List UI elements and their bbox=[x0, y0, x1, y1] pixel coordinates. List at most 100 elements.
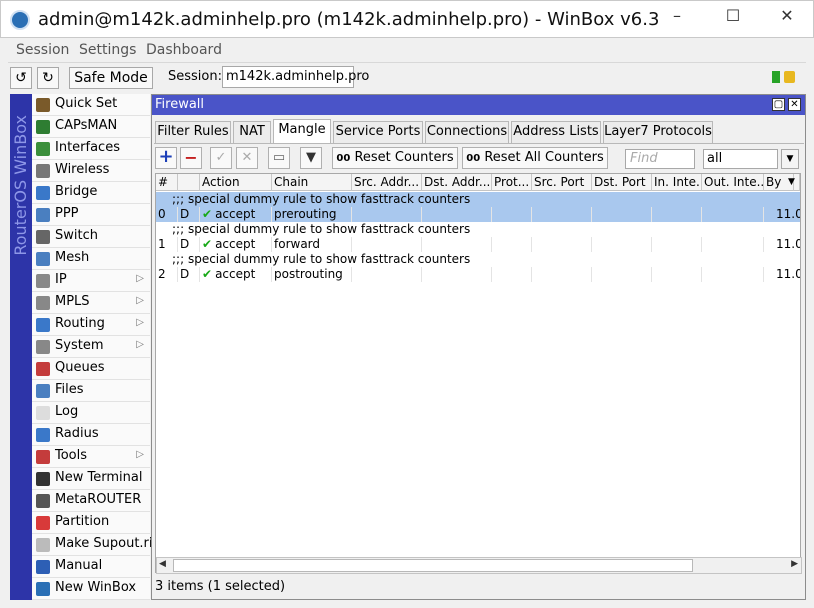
add-icon[interactable]: + bbox=[155, 147, 177, 169]
column-header[interactable] bbox=[178, 174, 200, 191]
sidebar-item-wireless[interactable]: Wireless bbox=[32, 160, 150, 182]
sidebar-item-log[interactable]: Log bbox=[32, 402, 150, 424]
minimize-button[interactable]: – bbox=[655, 1, 699, 31]
sidebar-item-mesh[interactable]: Mesh bbox=[32, 248, 150, 270]
sidebar-item-label: Partition bbox=[55, 514, 110, 529]
sidebar-item-queues[interactable]: Queues bbox=[32, 358, 150, 380]
menu-settings[interactable]: Settings bbox=[79, 42, 136, 58]
tab-nat[interactable]: NAT bbox=[233, 121, 271, 143]
firewall-title-bar: Firewall ▢ ✕ bbox=[152, 95, 805, 115]
sidebar-item-capsman[interactable]: CAPsMAN bbox=[32, 116, 150, 138]
log-icon bbox=[36, 406, 50, 420]
session-field[interactable]: m142k.adminhelp.pro bbox=[222, 66, 369, 88]
column-header[interactable]: Src. Port bbox=[532, 174, 592, 191]
sidebar-item-metarouter[interactable]: MetaROUTER bbox=[32, 490, 150, 512]
sidebar-item-make-supout-rif[interactable]: Make Supout.rif bbox=[32, 534, 157, 556]
rule-comment-row[interactable]: ;;; special dummy rule to show fasttrack… bbox=[156, 222, 800, 237]
submenu-arrow-icon: ▷ bbox=[136, 339, 144, 350]
table-row[interactable]: 2 D ✔ accept postrouting 11.0 bbox=[156, 267, 800, 282]
restore-icon[interactable]: ▢ bbox=[772, 98, 785, 111]
gear-icon bbox=[36, 340, 50, 354]
sidebar-item-manual[interactable]: Manual bbox=[32, 556, 150, 578]
redo-button[interactable]: ↻ bbox=[37, 67, 59, 89]
cell-empty bbox=[532, 237, 592, 252]
cell-chain: postrouting bbox=[272, 267, 352, 282]
horizontal-scrollbar[interactable]: ◀ ▶ bbox=[156, 557, 802, 574]
sidebar-item-partition[interactable]: Partition bbox=[32, 512, 150, 534]
disable-icon[interactable]: ✕ bbox=[236, 147, 258, 169]
sidebar-item-interfaces[interactable]: Interfaces bbox=[32, 138, 150, 160]
sidebar-item-switch[interactable]: Switch bbox=[32, 226, 150, 248]
close-icon[interactable]: ✕ bbox=[788, 98, 801, 111]
filter-select[interactable]: all bbox=[703, 149, 778, 169]
interfaces-icon bbox=[36, 142, 50, 156]
sidebar-item-label: New WinBox bbox=[55, 580, 137, 595]
sidebar-item-label: Routing bbox=[55, 316, 105, 331]
filter-icon[interactable]: ▼ bbox=[300, 147, 322, 169]
menu-dashboard[interactable]: Dashboard bbox=[146, 42, 222, 58]
sidebar-item-new-winbox[interactable]: New WinBox bbox=[32, 578, 150, 600]
sidebar-item-routing[interactable]: Routing ▷ bbox=[32, 314, 150, 336]
sidebar-item-tools[interactable]: Tools ▷ bbox=[32, 446, 150, 468]
enable-icon[interactable]: ✓ bbox=[210, 147, 232, 169]
sidebar-item-ppp[interactable]: PPP bbox=[32, 204, 150, 226]
tab-address-lists[interactable]: Address Lists bbox=[511, 121, 601, 143]
sidebar-item-radius[interactable]: Radius bbox=[32, 424, 150, 446]
chevron-down-icon[interactable]: ▼ bbox=[781, 149, 799, 169]
winbox-app-icon bbox=[10, 10, 30, 30]
cell-empty bbox=[492, 267, 532, 282]
sidebar-item-system[interactable]: System ▷ bbox=[32, 336, 150, 358]
rule-comment-row[interactable]: ;;; special dummy rule to show fasttrack… bbox=[156, 252, 800, 267]
sidebar-item-label: IP bbox=[55, 272, 67, 287]
rule-comment: ;;; special dummy rule to show fasttrack… bbox=[172, 222, 471, 236]
safe-mode-button[interactable]: Safe Mode bbox=[69, 67, 153, 89]
column-header[interactable]: Dst. Port bbox=[592, 174, 652, 191]
remove-icon[interactable]: − bbox=[180, 147, 202, 169]
column-header[interactable]: # bbox=[156, 174, 178, 191]
column-header[interactable]: In. Inte... bbox=[652, 174, 702, 191]
tab-mangle[interactable]: Mangle bbox=[273, 119, 331, 144]
maximize-button[interactable]: ☐ bbox=[711, 1, 755, 31]
sidebar-item-label: Wireless bbox=[55, 162, 110, 177]
sidebar-item-bridge[interactable]: Bridge bbox=[32, 182, 150, 204]
counter-all-icon: 00 bbox=[466, 153, 481, 164]
terminal-icon bbox=[36, 472, 50, 486]
rule-comment-row[interactable]: ;;; special dummy rule to show fasttrack… bbox=[156, 192, 800, 207]
table-row[interactable]: 0 D ✔ accept prerouting 11.0 bbox=[156, 207, 800, 222]
column-header[interactable]: Prot... bbox=[492, 174, 532, 191]
menu-session[interactable]: Session bbox=[16, 42, 69, 58]
close-window-button[interactable]: ✕ bbox=[765, 1, 809, 31]
sidebar-item-new-terminal[interactable]: New Terminal bbox=[32, 468, 150, 490]
table-row[interactable]: 1 D ✔ accept forward 11.0 bbox=[156, 237, 800, 252]
column-header[interactable]: Out. Inte... bbox=[702, 174, 764, 191]
sort-icon[interactable]: ▼ bbox=[786, 174, 800, 191]
comment-icon[interactable]: ▭ bbox=[268, 147, 290, 169]
sidebar-item-mpls[interactable]: MPLS ▷ bbox=[32, 292, 150, 314]
tab-layer7-protocols[interactable]: Layer7 Protocols bbox=[603, 121, 713, 143]
reset-counters-button[interactable]: 00 Reset Counters bbox=[332, 147, 458, 169]
bridge-icon bbox=[36, 186, 50, 200]
sidebar-item-label: PPP bbox=[55, 206, 79, 221]
cell-empty bbox=[652, 267, 702, 282]
column-header[interactable]: Action bbox=[200, 174, 272, 191]
sidebar-item-quick-set[interactable]: Quick Set bbox=[32, 94, 150, 116]
scroll-left-icon[interactable]: ◀ bbox=[159, 559, 166, 569]
column-header[interactable]: Chain bbox=[272, 174, 352, 191]
tab-filter-rules[interactable]: Filter Rules bbox=[155, 121, 231, 143]
sidebar-item-ip[interactable]: IP ▷ bbox=[32, 270, 150, 292]
tab-connections[interactable]: Connections bbox=[425, 121, 509, 143]
session-label: Session: bbox=[168, 69, 222, 84]
sidebar-brand-text: RouterOS WinBox bbox=[11, 115, 30, 256]
reset-all-counters-button[interactable]: 00 Reset All Counters bbox=[462, 147, 608, 169]
reset-all-counters-label: Reset All Counters bbox=[484, 150, 604, 165]
mpls-icon bbox=[36, 296, 50, 310]
scrollbar-thumb[interactable] bbox=[173, 559, 693, 572]
scroll-right-icon[interactable]: ▶ bbox=[791, 559, 798, 569]
find-input[interactable]: Find bbox=[625, 149, 695, 169]
column-header[interactable]: Dst. Addr... bbox=[422, 174, 492, 191]
tab-service-ports[interactable]: Service Ports bbox=[333, 121, 423, 143]
sidebar-item-files[interactable]: Files bbox=[32, 380, 150, 402]
column-header[interactable]: Src. Addr... bbox=[352, 174, 422, 191]
undo-button[interactable]: ↺ bbox=[10, 67, 32, 89]
cell-action: ✔ accept bbox=[200, 207, 272, 222]
